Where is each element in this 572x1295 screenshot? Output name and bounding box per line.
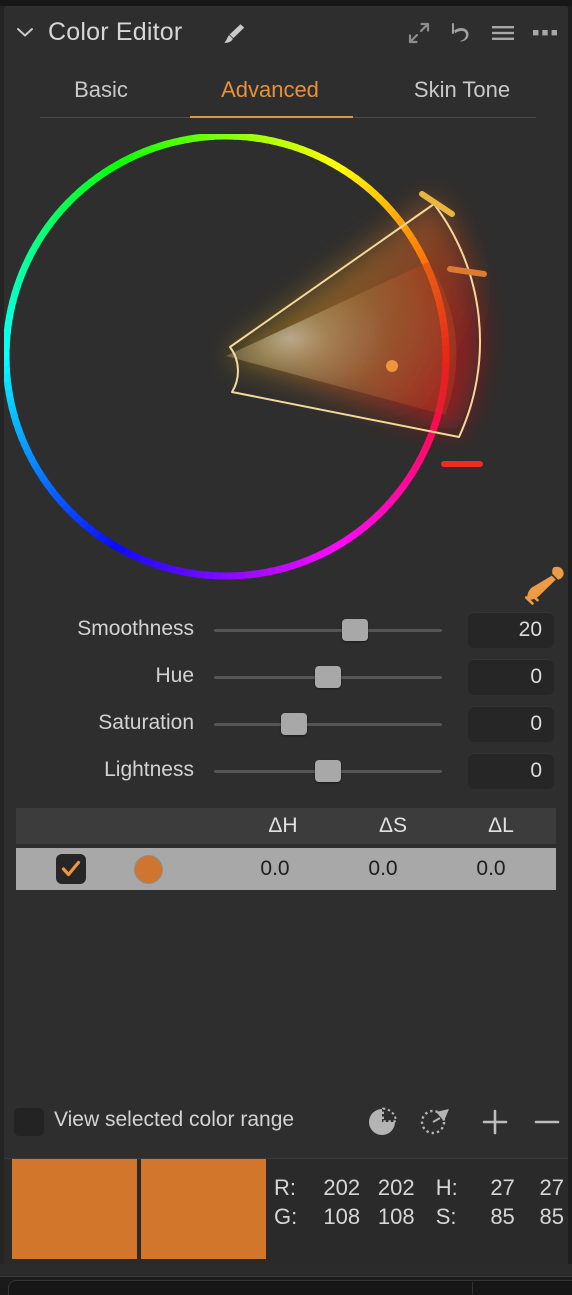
color-value-line: R: 202 202 H: 27 27 [274, 1173, 564, 1202]
value-g-after: 108 [377, 1203, 415, 1229]
tab-basic[interactable]: Basic [26, 68, 176, 112]
slider-thumb-lightness[interactable] [315, 760, 341, 782]
slider-label-saturation: Saturation [98, 711, 194, 734]
slider-label-smoothness: Smoothness [77, 617, 194, 640]
label-r: R: [274, 1174, 296, 1200]
row-enable-checkbox[interactable] [56, 854, 86, 884]
view-selected-color-range-checkbox[interactable] [14, 1108, 44, 1136]
value-r-after: 202 [377, 1174, 415, 1200]
value-g-before: 108 [323, 1203, 361, 1229]
color-value-line: G: 108 108 S: 85 85 [274, 1202, 564, 1231]
eyedropper-icon[interactable] [522, 562, 568, 606]
slider-thumb-saturation[interactable] [280, 713, 307, 735]
swatch-before[interactable] [12, 1159, 137, 1259]
chevron-down-icon[interactable] [16, 26, 34, 38]
lasso-range-icon[interactable] [418, 1106, 452, 1138]
slider-thumb-smoothness[interactable] [342, 619, 369, 641]
color-editor-panel: Color Editor Basic Advanced Skin Tone Sm… [0, 0, 572, 1295]
color-range-table: ΔH ΔS ΔL 0.0 0.0 0.0 [16, 808, 556, 890]
tab-bar: Basic Advanced Skin Tone [4, 68, 568, 124]
remove-icon[interactable] [530, 1106, 564, 1138]
bottom-tray [8, 1280, 572, 1295]
panel-body: Color Editor Basic Advanced Skin Tone Sm… [4, 6, 568, 1264]
picked-color-marker [386, 360, 398, 372]
value-r-before: 202 [323, 1174, 361, 1200]
tab-advanced[interactable]: Advanced [190, 68, 350, 112]
pie-range-icon[interactable] [366, 1106, 400, 1138]
column-header-delta-h: ΔH [268, 814, 298, 837]
reset-icon[interactable] [448, 20, 474, 46]
color-wheel[interactable] [4, 134, 568, 605]
slider-row-hue: Hue 0 [4, 655, 568, 702]
swatch-after[interactable] [141, 1159, 266, 1259]
slider-value-saturation[interactable]: 0 [468, 706, 554, 742]
menu-icon[interactable] [490, 20, 516, 46]
value-h-after: 27 [539, 1174, 565, 1200]
add-icon[interactable] [478, 1106, 512, 1138]
cell-delta-s: 0.0 [368, 857, 398, 880]
color-values: R: 202 202 H: 27 27 G: 108 108 S: 85 85 [274, 1173, 564, 1231]
expand-icon[interactable] [406, 20, 432, 46]
slider-label-lightness: Lightness [104, 758, 194, 781]
tab-active-indicator [190, 116, 353, 118]
table-header-row: ΔH ΔS ΔL [16, 808, 556, 844]
view-selected-color-range-label: View selected color range [54, 1108, 295, 1131]
slider-row-lightness: Lightness 0 [4, 749, 568, 796]
label-h: H: [435, 1174, 458, 1200]
view-range-row: View selected color range [4, 1098, 568, 1146]
slider-row-smoothness: Smoothness 20 [4, 608, 568, 655]
column-header-delta-l: ΔL [488, 814, 514, 837]
value-h-before: 27 [490, 1174, 515, 1200]
slider-track-hue[interactable] [214, 666, 442, 688]
slider-label-hue: Hue [155, 664, 194, 687]
slider-track-lightness[interactable] [214, 760, 442, 782]
slider-value-smoothness[interactable]: 20 [468, 612, 554, 648]
slider-track-saturation[interactable] [214, 713, 442, 735]
slider-value-hue[interactable]: 0 [468, 659, 554, 695]
paintbrush-icon[interactable] [220, 20, 248, 48]
value-s-before: 85 [490, 1203, 515, 1229]
row-color-swatch[interactable] [134, 855, 163, 884]
cell-delta-h: 0.0 [260, 857, 290, 880]
column-header-delta-s: ΔS [378, 814, 408, 837]
slider-value-lightness[interactable]: 0 [468, 753, 554, 789]
more-icon[interactable] [532, 20, 558, 46]
tray-divider [472, 1282, 473, 1294]
label-s: S: [435, 1203, 457, 1229]
slider-group: Smoothness 20 Hue 0 Saturation 0 Lightne… [4, 608, 568, 796]
table-row[interactable]: 0.0 0.0 0.0 [16, 848, 556, 890]
value-s-after: 85 [539, 1203, 565, 1229]
label-g: G: [274, 1203, 298, 1229]
page-title: Color Editor [48, 18, 183, 46]
header-actions [406, 20, 558, 46]
slider-row-saturation: Saturation 0 [4, 702, 568, 749]
cell-delta-l: 0.0 [476, 857, 506, 880]
slider-thumb-hue[interactable] [315, 666, 341, 688]
tab-skin-tone[interactable]: Skin Tone [376, 68, 548, 112]
window-bottom-chrome [0, 1264, 572, 1295]
bottom-rail [0, 1264, 572, 1277]
color-readout-footer: R: 202 202 H: 27 27 G: 108 108 S: 85 85 [4, 1158, 568, 1264]
panel-header: Color Editor [4, 6, 568, 62]
slider-track-smoothness[interactable] [214, 619, 442, 641]
